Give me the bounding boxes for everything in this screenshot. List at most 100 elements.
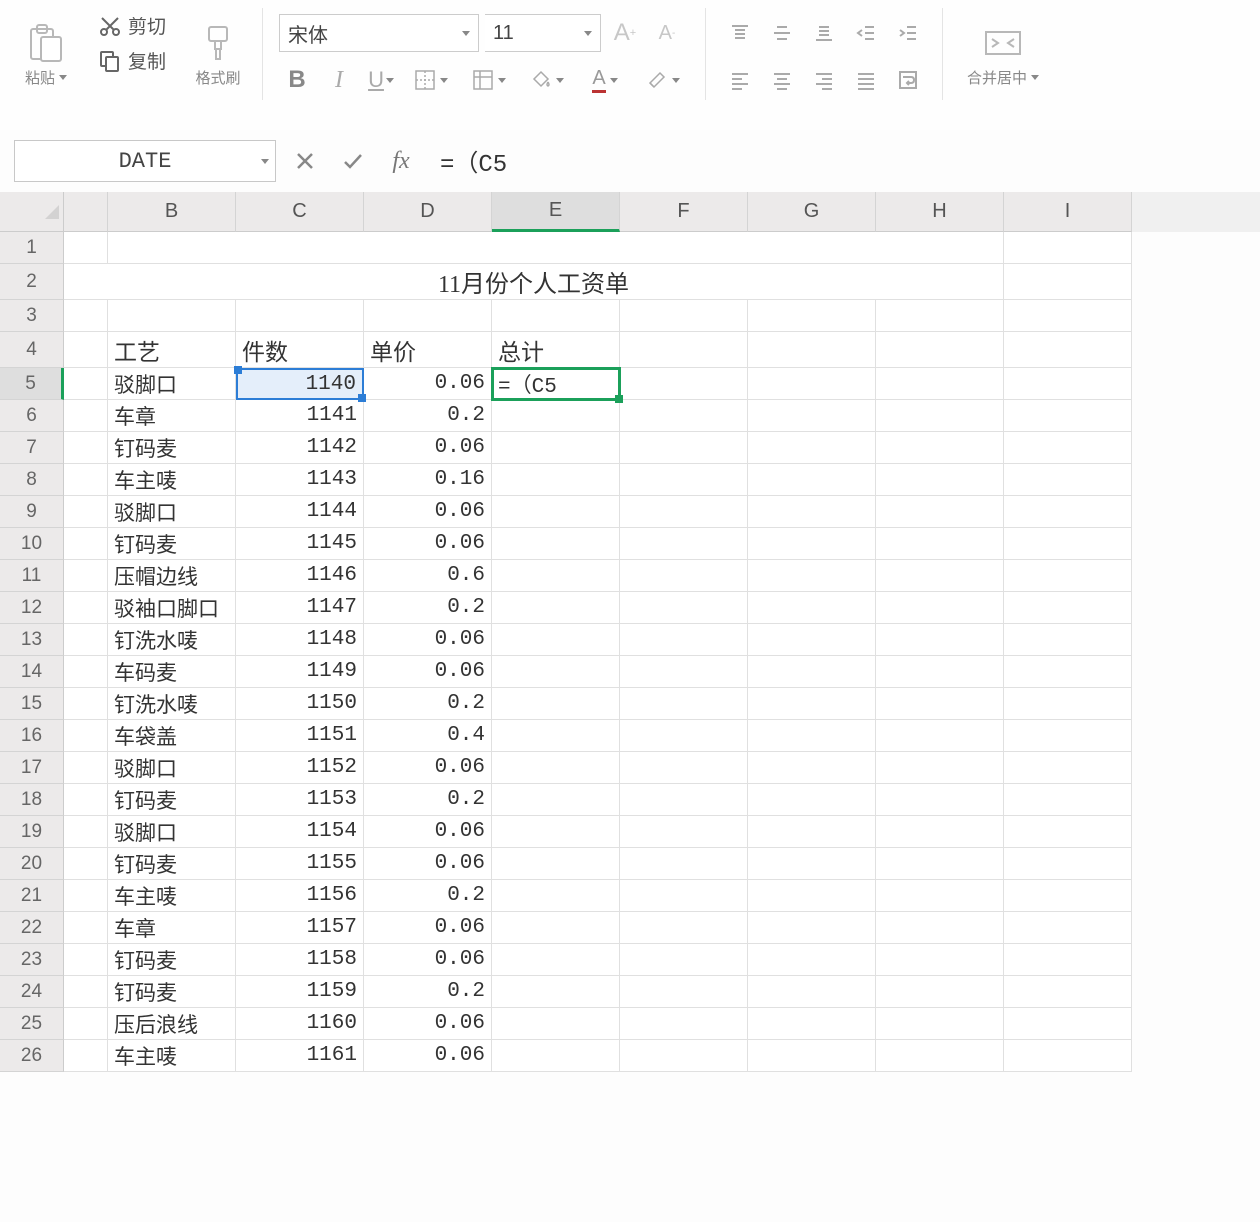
header-cell[interactable]: 总计 [492, 332, 620, 368]
row-header[interactable]: 15 [0, 688, 64, 720]
row-header[interactable]: 2 [0, 264, 64, 300]
justify-button[interactable] [848, 62, 884, 98]
cell[interactable] [64, 944, 108, 976]
row-header[interactable]: 10 [0, 528, 64, 560]
cell[interactable]: 车主唛 [108, 1040, 236, 1072]
cell[interactable] [492, 464, 620, 496]
copy-button[interactable]: 复制 [92, 43, 172, 78]
cell[interactable] [1004, 400, 1132, 432]
cell[interactable] [64, 784, 108, 816]
row-header[interactable]: 5 [0, 368, 64, 400]
cell[interactable]: 驳袖口脚口 [108, 592, 236, 624]
cell[interactable] [64, 656, 108, 688]
row-header[interactable]: 13 [0, 624, 64, 656]
col-header-E[interactable]: E [492, 192, 620, 232]
cell[interactable]: 1156 [236, 880, 364, 912]
cell[interactable] [876, 1040, 1004, 1072]
cell[interactable]: 0.06 [364, 816, 492, 848]
cancel-formula-button[interactable] [286, 142, 324, 180]
row-header[interactable]: 26 [0, 1040, 64, 1072]
cell[interactable]: 0.06 [364, 1040, 492, 1072]
cell[interactable] [876, 368, 1004, 400]
cell[interactable]: 1142 [236, 432, 364, 464]
cell[interactable] [620, 232, 748, 264]
italic-button[interactable]: I [321, 62, 357, 98]
cell[interactable] [748, 912, 876, 944]
cell[interactable] [64, 976, 108, 1008]
cell[interactable] [64, 432, 108, 464]
cell[interactable] [64, 592, 108, 624]
cell[interactable] [492, 560, 620, 592]
cell[interactable] [620, 688, 748, 720]
align-bottom-button[interactable] [806, 15, 842, 51]
cell[interactable] [492, 752, 620, 784]
cell[interactable] [108, 300, 236, 332]
cell[interactable] [64, 848, 108, 880]
cell[interactable]: 0.4 [364, 720, 492, 752]
align-center-button[interactable] [764, 62, 800, 98]
cell[interactable] [236, 232, 364, 264]
cell[interactable]: 0.2 [364, 400, 492, 432]
cell[interactable] [748, 656, 876, 688]
cell[interactable] [492, 592, 620, 624]
row-header[interactable]: 16 [0, 720, 64, 752]
cell[interactable] [876, 464, 1004, 496]
cell[interactable] [748, 528, 876, 560]
cell[interactable] [64, 528, 108, 560]
cell[interactable] [64, 1008, 108, 1040]
cell[interactable]: 驳脚口 [108, 496, 236, 528]
cell[interactable] [620, 560, 748, 592]
cell[interactable]: 钉码麦 [108, 784, 236, 816]
cell[interactable]: 1158 [236, 944, 364, 976]
cell[interactable]: 0.2 [364, 688, 492, 720]
cell[interactable]: 0.06 [364, 528, 492, 560]
cell[interactable] [1004, 368, 1132, 400]
cell[interactable] [876, 912, 1004, 944]
cell[interactable] [876, 976, 1004, 1008]
cell[interactable] [620, 976, 748, 1008]
cell[interactable]: 1145 [236, 528, 364, 560]
cell[interactable] [620, 784, 748, 816]
header-cell[interactable]: 工艺 [108, 332, 236, 368]
row-header[interactable]: 4 [0, 332, 64, 368]
cell[interactable] [1004, 944, 1132, 976]
row-header[interactable]: 21 [0, 880, 64, 912]
cell[interactable] [1004, 560, 1132, 592]
col-header-F[interactable]: F [620, 192, 748, 232]
cell[interactable] [492, 528, 620, 560]
cell[interactable]: 1152 [236, 752, 364, 784]
cell[interactable] [1004, 592, 1132, 624]
cell[interactable] [620, 624, 748, 656]
cell[interactable]: 1148 [236, 624, 364, 656]
cell[interactable]: 1159 [236, 976, 364, 1008]
row-header[interactable]: 17 [0, 752, 64, 784]
header-cell[interactable]: 件数 [236, 332, 364, 368]
cell[interactable]: 0.06 [364, 432, 492, 464]
cell[interactable] [364, 300, 492, 332]
cell[interactable]: 1150 [236, 688, 364, 720]
decrease-indent-button[interactable] [848, 15, 884, 51]
cell[interactable]: 车章 [108, 400, 236, 432]
cell[interactable] [876, 656, 1004, 688]
cell[interactable] [748, 1008, 876, 1040]
cell[interactable] [1004, 232, 1132, 264]
row-header[interactable]: 9 [0, 496, 64, 528]
cell[interactable] [748, 720, 876, 752]
align-middle-button[interactable] [764, 15, 800, 51]
cell[interactable] [64, 688, 108, 720]
cell[interactable] [1004, 624, 1132, 656]
cell[interactable]: 0.2 [364, 784, 492, 816]
font-color-button[interactable]: A [579, 62, 631, 98]
active-editing-cell[interactable]: =（C5 [492, 368, 620, 400]
cell[interactable] [748, 848, 876, 880]
cell[interactable]: 1161 [236, 1040, 364, 1072]
cell[interactable] [748, 400, 876, 432]
cell[interactable]: 1151 [236, 720, 364, 752]
cell[interactable]: 钉洗水唛 [108, 624, 236, 656]
row-header[interactable]: 6 [0, 400, 64, 432]
cell[interactable] [748, 464, 876, 496]
cell[interactable] [1004, 264, 1132, 300]
cell[interactable] [492, 1040, 620, 1072]
cell[interactable]: 0.06 [364, 1008, 492, 1040]
row-header[interactable]: 7 [0, 432, 64, 464]
